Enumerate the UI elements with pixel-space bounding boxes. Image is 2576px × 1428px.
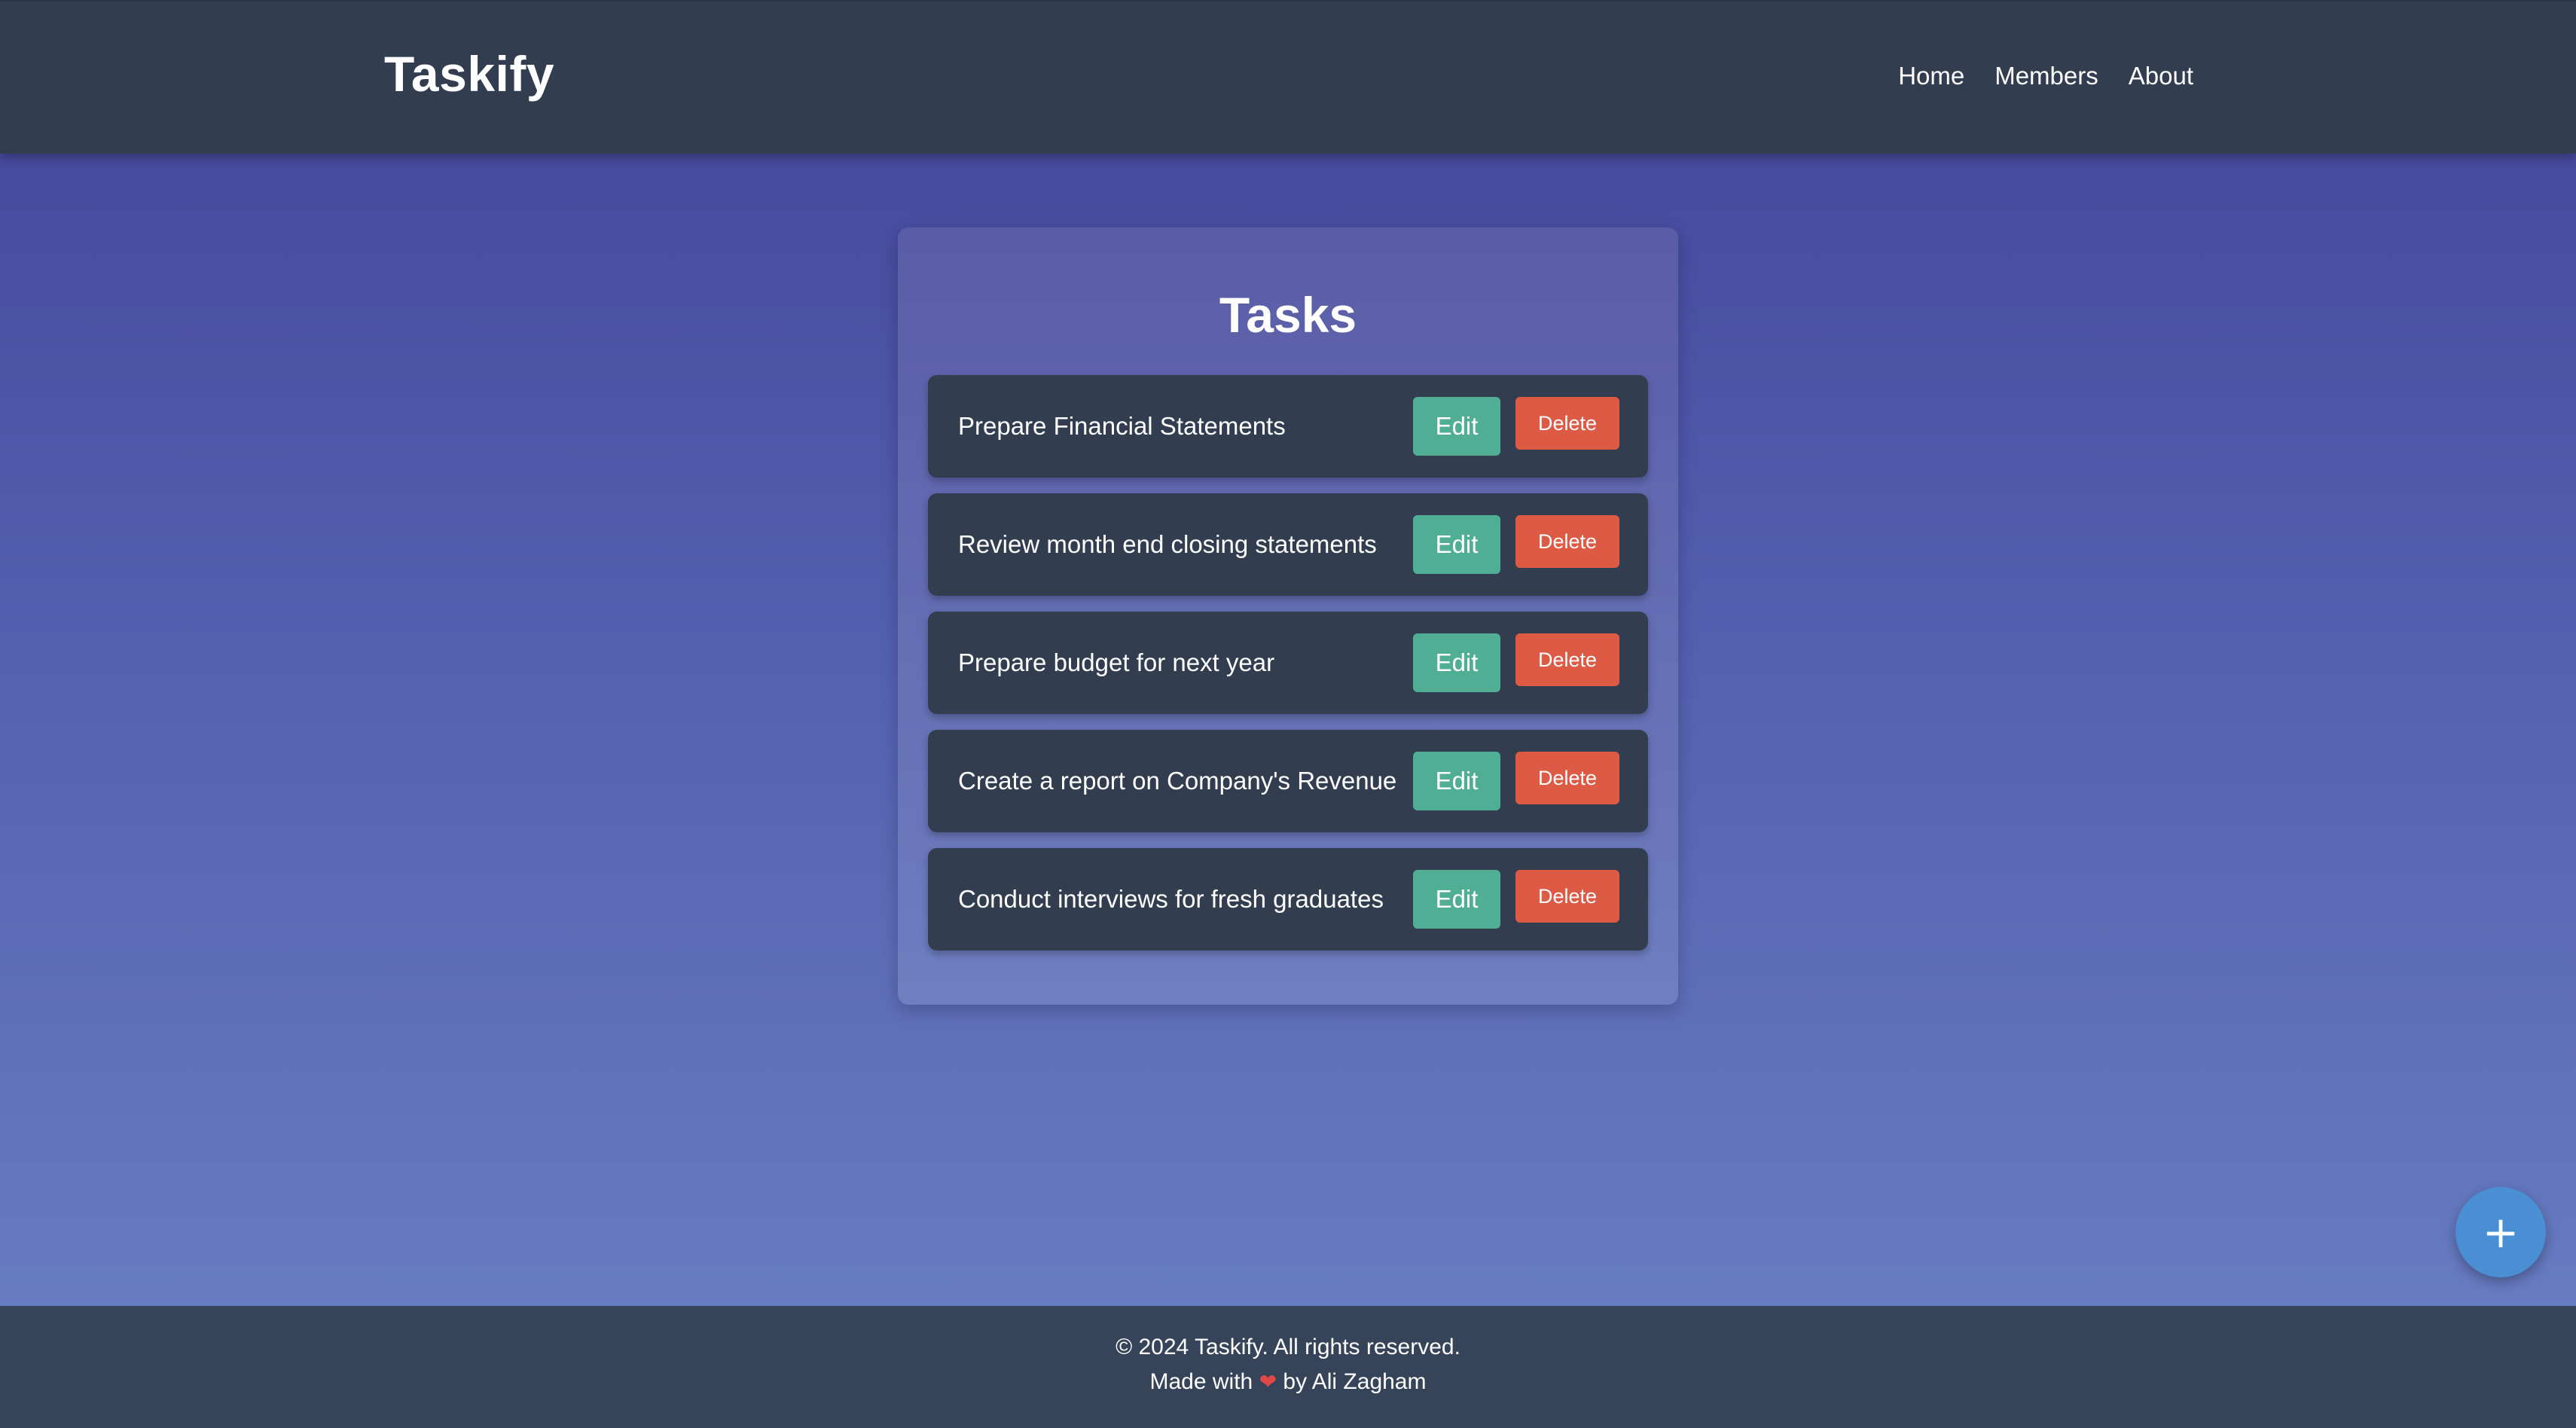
task-text: Prepare Financial Statements xyxy=(958,412,1286,440)
task-text: Create a report on Company's Revenue xyxy=(958,767,1397,795)
nav-home-link[interactable]: Home xyxy=(1898,62,1964,90)
author-credit: by Ali Zagham xyxy=(1283,1369,1427,1394)
task-item: Create a report on Company's Revenue Edi… xyxy=(928,730,1648,832)
edit-task-button[interactable]: Edit xyxy=(1413,752,1500,810)
delete-task-button[interactable]: Delete xyxy=(1515,870,1619,923)
delete-task-button[interactable]: Delete xyxy=(1515,752,1619,804)
nav-members-link[interactable]: Members xyxy=(1995,62,2098,90)
tasks-title: Tasks xyxy=(1219,287,1357,343)
task-item: Prepare Financial Statements Edit Delete xyxy=(928,375,1648,478)
made-with-line: Made with ❤ by Ali Zagham xyxy=(0,1369,2576,1395)
made-with-prefix: Made with xyxy=(1149,1369,1253,1394)
nav-about-link[interactable]: About xyxy=(2129,62,2193,90)
brand-logo-text[interactable]: Taskify xyxy=(384,45,554,102)
task-item: Prepare budget for next year Edit Delete xyxy=(928,612,1648,714)
task-text: Review month end closing statements xyxy=(958,530,1377,558)
copyright-text: © 2024 Taskify. All rights reserved. xyxy=(1116,1335,1460,1359)
delete-task-button[interactable]: Delete xyxy=(1515,397,1619,450)
task-text: Prepare budget for next year xyxy=(958,648,1275,676)
top-navbar: Taskify Home Members About xyxy=(0,0,2576,154)
add-task-button[interactable]: + xyxy=(2455,1187,2546,1277)
main-nav: Home Members About xyxy=(1898,62,2193,90)
heart-icon: ❤ xyxy=(1259,1369,1277,1394)
delete-task-button[interactable]: Delete xyxy=(1515,515,1619,568)
delete-task-button[interactable]: Delete xyxy=(1515,633,1619,686)
tasks-card: Tasks Prepare Financial Statements Edit … xyxy=(898,227,1678,1005)
edit-task-button[interactable]: Edit xyxy=(1413,515,1500,574)
plus-icon: + xyxy=(2482,1207,2520,1258)
task-item: Review month end closing statements Edit… xyxy=(928,493,1648,596)
task-text: Conduct interviews for fresh graduates xyxy=(958,885,1384,913)
task-list: Prepare Financial Statements Edit Delete… xyxy=(928,375,1648,966)
edit-task-button[interactable]: Edit xyxy=(1413,633,1500,692)
task-item: Conduct interviews for fresh graduates E… xyxy=(928,848,1648,950)
edit-task-button[interactable]: Edit xyxy=(1413,397,1500,456)
edit-task-button[interactable]: Edit xyxy=(1413,870,1500,929)
footer: © 2024 Taskify. All rights reserved. Mad… xyxy=(0,1306,2576,1428)
